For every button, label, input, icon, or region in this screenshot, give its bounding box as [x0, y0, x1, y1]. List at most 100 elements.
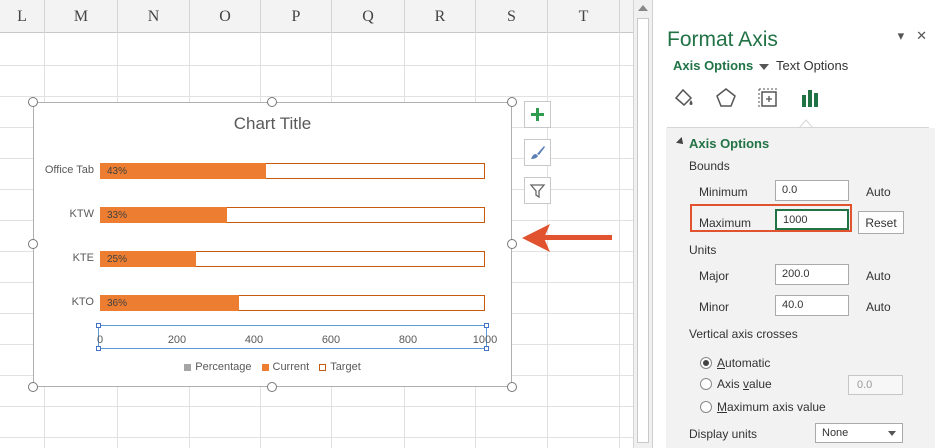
axis-selection-handle[interactable]	[96, 346, 101, 351]
column-header-q[interactable]: Q	[332, 0, 405, 33]
scrollbar-thumb[interactable]	[637, 18, 649, 443]
column-header-s[interactable]: S	[476, 0, 548, 33]
x-axis-tick-label: 1000	[472, 334, 498, 346]
column-header-l[interactable]: L	[0, 0, 45, 33]
column-header-n[interactable]: N	[118, 0, 190, 33]
axis-value-input[interactable]: 0.0	[848, 375, 903, 395]
legend-swatch-current	[261, 363, 269, 371]
max-axis-value-label[interactable]: Maximum axis value	[717, 400, 826, 414]
display-units-select[interactable]: None	[815, 423, 903, 443]
major-auto-label[interactable]: Auto	[866, 269, 891, 283]
axis-selection-handle[interactable]	[484, 346, 489, 351]
column-header-o[interactable]: O	[190, 0, 261, 33]
legend-item-percentage: Percentage	[184, 361, 252, 373]
maximum-input[interactable]: 1000	[775, 209, 849, 230]
plus-icon	[531, 108, 544, 121]
maximum-label: Maximum	[699, 216, 752, 230]
chart-title[interactable]: Chart Title	[34, 114, 511, 134]
chart-resize-handle-b[interactable]	[267, 382, 277, 392]
column-header-p[interactable]: P	[261, 0, 332, 33]
legend-label-current: Current	[272, 361, 310, 373]
minor-label: Minor	[699, 300, 730, 314]
filter-funnel-icon	[529, 184, 546, 199]
close-icon[interactable]: ✕	[916, 28, 927, 44]
pane-title: Format Axis	[667, 28, 778, 51]
percentage-data-label[interactable]: 25%	[107, 254, 127, 265]
automatic-label[interactable]: Automatic	[717, 356, 770, 370]
category-label: KTW	[69, 208, 94, 220]
tab-axis-options[interactable]: Axis Options	[673, 58, 770, 73]
dropdown-caret-icon	[888, 431, 896, 436]
legend-swatch-target	[319, 363, 327, 371]
axis-value-label[interactable]: Axis value	[717, 377, 772, 391]
size-properties-icon[interactable]	[755, 85, 781, 111]
x-axis-tick-label: 600	[321, 334, 341, 346]
chart-resize-handle-t[interactable]	[267, 97, 277, 107]
vertical-scrollbar[interactable]	[633, 0, 652, 448]
category-label: KTE	[72, 252, 94, 264]
chart-filters-button[interactable]	[524, 177, 551, 204]
minor-auto-label[interactable]: Auto	[866, 300, 891, 314]
minimum-label: Minimum	[699, 185, 748, 199]
percentage-data-label[interactable]: 43%	[107, 166, 127, 177]
effects-icon[interactable]	[713, 85, 739, 111]
tab-text-options[interactable]: Text Options	[776, 58, 848, 73]
tab-dropdown-caret-icon	[759, 63, 770, 70]
axis-options-icon[interactable]	[797, 85, 823, 111]
axis-selection-handle[interactable]	[484, 323, 489, 328]
x-axis-tick-label: 800	[398, 334, 418, 346]
x-axis-tick-label: 200	[167, 334, 187, 346]
paintbrush-icon	[531, 146, 545, 159]
legend-item-current: Current	[261, 361, 310, 373]
column-header-m[interactable]: M	[45, 0, 118, 33]
axis-selection-handle[interactable]	[96, 323, 101, 328]
x-axis-tick-label: 400	[244, 334, 264, 346]
max-axis-value-accesskey: M	[717, 400, 727, 414]
max-axis-value-label-rest: aximum axis value	[727, 400, 826, 414]
chart-elements-button[interactable]	[524, 101, 551, 128]
display-units-label: Display units	[689, 427, 758, 441]
chart-legend[interactable]: Percentage Current Target	[34, 361, 511, 373]
vertical-axis-crosses-header: Vertical axis crosses	[689, 327, 798, 341]
legend-item-target: Target	[319, 361, 361, 373]
column-header-t[interactable]: T	[548, 0, 620, 33]
axis-value-radio[interactable]	[700, 378, 712, 390]
major-label: Major	[699, 269, 730, 283]
automatic-label-rest: utomatic	[725, 356, 771, 370]
pane-options-chevron-icon[interactable]: ▾	[898, 28, 905, 44]
tab-axis-options-label: Axis Options	[673, 58, 754, 73]
major-input[interactable]: 200.0	[775, 264, 849, 285]
scroll-up-icon[interactable]	[638, 5, 648, 11]
section-axis-options[interactable]: Axis Options	[689, 136, 769, 151]
chart-styles-button[interactable]	[524, 139, 551, 166]
category-label: KTO	[71, 296, 94, 308]
percentage-data-label[interactable]: 36%	[107, 298, 127, 309]
spreadsheet-area[interactable]: L M N O P Q R S T Chart Title Office Tab…	[0, 0, 633, 448]
minor-input[interactable]: 40.0	[775, 295, 849, 316]
automatic-radio[interactable]	[700, 357, 712, 369]
chart-resize-handle-br[interactable]	[507, 382, 517, 392]
chart-resize-handle-r[interactable]	[507, 239, 517, 249]
legend-label-target: Target	[330, 361, 361, 373]
fill-line-icon[interactable]	[671, 85, 697, 111]
bounds-header: Bounds	[689, 159, 730, 173]
legend-swatch-percentage	[184, 363, 192, 371]
display-units-value: None	[822, 427, 849, 439]
percentage-data-label[interactable]: 33%	[107, 210, 127, 221]
chart-resize-handle-tr[interactable]	[507, 97, 517, 107]
units-header: Units	[689, 243, 717, 257]
max-axis-value-radio[interactable]	[700, 401, 712, 413]
category-label: Office Tab	[44, 164, 94, 176]
chart-resize-handle-tl[interactable]	[28, 97, 38, 107]
chart-resize-handle-l[interactable]	[28, 239, 38, 249]
reset-button[interactable]: Reset	[858, 211, 904, 234]
column-headers: L M N O P Q R S T	[0, 0, 633, 33]
bar-chart[interactable]: Chart Title Office Tab 43% KTW 33% KTE 25% KTO…	[33, 102, 512, 387]
minimum-input[interactable]: 0.0	[775, 180, 849, 201]
axis-value-label-part: Axis	[717, 377, 744, 391]
chart-resize-handle-bl[interactable]	[28, 382, 38, 392]
minimum-auto-label[interactable]: Auto	[866, 185, 891, 199]
axis-value-label-rest: alue	[749, 377, 772, 391]
column-header-r[interactable]: R	[405, 0, 476, 33]
annotation-arrow-icon	[522, 224, 612, 252]
